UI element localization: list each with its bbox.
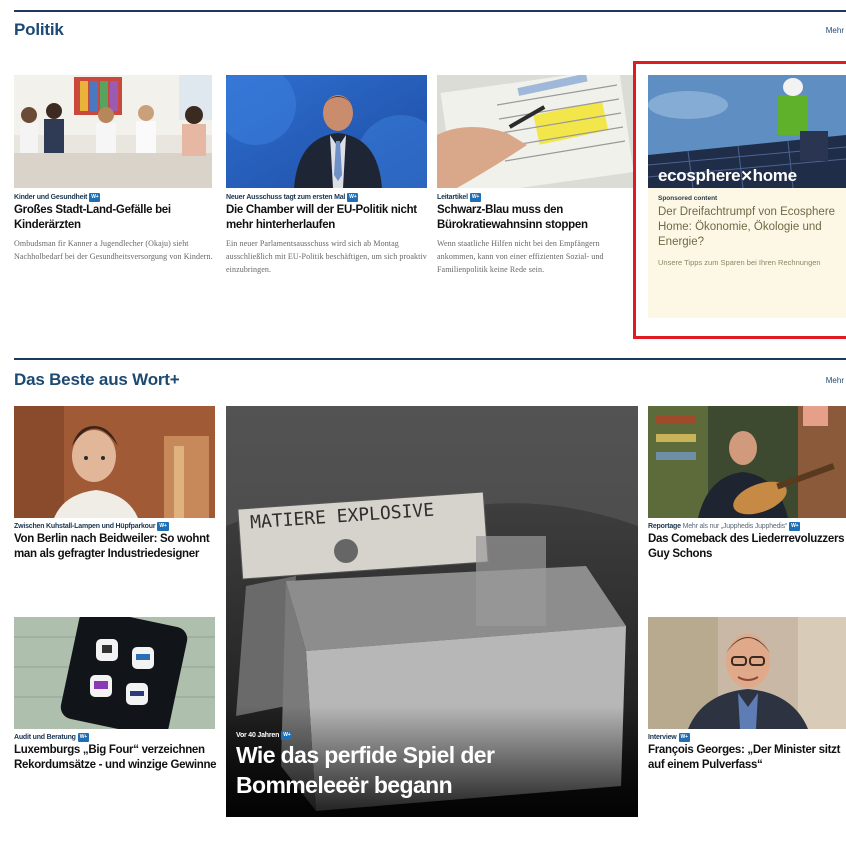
wplus-badge: W+ xyxy=(157,522,169,531)
wplus-badge: W+ xyxy=(347,193,359,202)
politik-card-3-image[interactable] xyxy=(437,75,635,188)
wortplus-more-link[interactable]: Mehr xyxy=(826,376,844,385)
wortplus-card-3-overlay[interactable]: Vor 40 Jahren W+ Wie das perfide Spiel de… xyxy=(236,731,631,800)
card-kicker: Interview W+ xyxy=(648,733,690,742)
card-headline[interactable]: Die Chamber will der EU-Politik nicht me… xyxy=(226,203,429,233)
wortplus-card-1[interactable]: Zwischen Kuhstall-Lampen und Hüpfparkour… xyxy=(14,522,219,562)
politik-card-2[interactable]: Neuer Ausschuss tagt zum ersten Mal W+ Di… xyxy=(226,193,429,276)
wplus-badge: W+ xyxy=(77,733,89,742)
section-title-politik[interactable]: Politik xyxy=(14,20,64,40)
wortplus-card-1-image[interactable] xyxy=(14,406,215,518)
politik-more-link[interactable]: Mehr xyxy=(826,26,844,35)
card-teaser: Ombudsman fir Kanner a Jugendlecher (Oka… xyxy=(14,239,213,261)
card-headline[interactable]: Schwarz-Blau muss den Bürokratiewahnsinn… xyxy=(437,203,635,233)
wortplus-card-2[interactable]: Audit und Beratung W+ Luxemburgs „Big Fou… xyxy=(14,733,219,773)
card-headline[interactable]: Von Berlin nach Beidweiler: So wohnt man… xyxy=(14,532,219,562)
politik-rule xyxy=(14,10,846,12)
card-headline[interactable]: Luxemburgs „Big Four“ verzeichnen Rekord… xyxy=(14,743,219,773)
wplus-badge: W+ xyxy=(469,193,482,202)
politik-card-2-image[interactable] xyxy=(226,75,427,188)
wortplus-rule xyxy=(14,358,846,360)
wplus-badge: W+ xyxy=(281,731,293,740)
section-title-wortplus[interactable]: Das Beste aus Wort+ xyxy=(14,370,180,390)
card-headline[interactable]: Das Comeback des Liederrevoluzzers Guy S… xyxy=(648,532,846,562)
card-kicker: Neuer Ausschuss tagt zum ersten Mal W+ xyxy=(226,193,359,202)
wplus-badge: W+ xyxy=(678,733,690,742)
card-kicker: Audit und Beratung W+ xyxy=(14,733,89,742)
wplus-badge: W+ xyxy=(89,193,101,202)
card-headline[interactable]: François Georges: „Der Minister sitzt au… xyxy=(648,743,846,773)
wortplus-card-5-image[interactable] xyxy=(648,617,846,729)
politik-card-1-image[interactable] xyxy=(14,75,212,188)
card-headline[interactable]: Großes Stadt-Land-Gefälle bei Kinderärzt… xyxy=(14,203,214,233)
card-kicker: Vor 40 Jahren W+ xyxy=(236,731,293,740)
card-kicker: Reportage Mehr als nur „Jupphedis Jupphe… xyxy=(648,522,801,531)
politik-card-3[interactable]: Leitartikel W+ Schwarz-Blau muss den Büro… xyxy=(437,193,635,276)
wortplus-card-4[interactable]: Reportage Mehr als nur „Jupphedis Jupphe… xyxy=(648,522,846,562)
wortplus-card-4-image[interactable] xyxy=(648,406,846,518)
card-teaser: Wenn staatliche Hilfen nicht bei den Emp… xyxy=(437,239,604,274)
card-kicker: Zwischen Kuhstall-Lampen und Hüpfparkour… xyxy=(14,522,169,531)
card-kicker: Kinder und Gesundheit W+ xyxy=(14,193,101,202)
wortplus-card-5[interactable]: Interview W+ François Georges: „Der Minis… xyxy=(648,733,846,773)
card-teaser: Ein neuer Parlamentsausschuss wird sich … xyxy=(226,239,427,274)
card-kicker: Leitartikel W+ xyxy=(437,193,482,202)
wplus-badge: W+ xyxy=(789,522,801,531)
wortplus-card-2-image[interactable] xyxy=(14,617,215,729)
politik-card-1[interactable]: Kinder und Gesundheit W+ Großes Stadt-Lan… xyxy=(14,193,214,263)
card-headline-large[interactable]: Wie das perfide Spiel der Bommeleeër beg… xyxy=(236,740,631,800)
highlight-frame xyxy=(633,61,846,339)
wortplus-card-3-image[interactable]: MATIERE EXPLOSIVE Vor 40 Jahren W+ Wie da… xyxy=(226,406,638,817)
